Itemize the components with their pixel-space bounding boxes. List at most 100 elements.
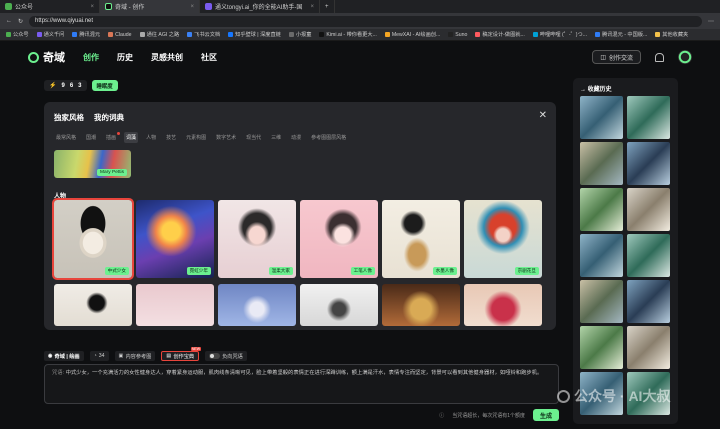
reference-image-button[interactable]: ▣ 内容参考图	[114, 351, 156, 361]
browser-tab-1[interactable]: 公众号 ×	[0, 0, 100, 13]
back-icon[interactable]: ←	[6, 18, 12, 24]
style-label: 中式少女	[104, 267, 129, 275]
category-tab[interactable]: 技艺	[164, 132, 178, 143]
qiyu-icon	[105, 3, 112, 10]
clock-icon: ◔	[93, 353, 97, 359]
tab-my-dictionary[interactable]: 我的词典	[94, 112, 124, 123]
category-tab[interactable]: 现当代	[244, 132, 263, 143]
browser-tabbar: 公众号 × 奇域 - 创作 × 通义tongyi.ai_你的全能AI助手-国 × +	[0, 0, 720, 13]
close-icon[interactable]: ×	[310, 4, 314, 10]
history-title[interactable]: → 收藏历史	[580, 84, 612, 93]
history-thumbnail[interactable]	[627, 142, 670, 185]
generate-row: ⓘ 当咒语超长，每次咒语有1个额度 生成	[44, 408, 559, 422]
history-thumbnail[interactable]	[627, 280, 670, 323]
browser-tab-2[interactable]: 奇域 - 创作 ×	[100, 0, 200, 13]
bookmark-item[interactable]: 通义千问	[36, 31, 64, 38]
category-tab[interactable]: 动漫	[289, 132, 303, 143]
style-card[interactable]	[218, 284, 296, 326]
bookmark-item[interactable]: 通往 AGI 之路	[139, 31, 179, 38]
category-tab[interactable]: 数字艺术	[214, 132, 238, 143]
bookmark-item[interactable]: 稿定设计-做图就...	[475, 31, 525, 38]
style-card[interactable]	[136, 284, 214, 326]
bookmark-item[interactable]: 腾讯混元	[72, 31, 100, 38]
style-card[interactable]: 温柔大家	[218, 200, 296, 278]
bookmark-item[interactable]: 其他收藏夹	[655, 31, 688, 38]
history-thumbnail[interactable]	[580, 326, 623, 369]
prompt-input[interactable]: 咒语: 中式少女，一个充满活力的女性健身达人，穿着紧身运动服，肌肉线条清晰可见，…	[44, 364, 559, 404]
history-thumbnail[interactable]	[627, 188, 670, 231]
history-panel: → 收藏历史	[573, 78, 678, 424]
history-thumbnail[interactable]	[580, 142, 623, 185]
history-thumbnail[interactable]	[580, 188, 623, 231]
address-bar: ← ↻ https://www.qiyuai.net ⋯	[0, 13, 720, 29]
tab-exclusive-style[interactable]: 独家风格	[54, 112, 84, 123]
style-card[interactable]: 京剧花旦	[464, 200, 542, 278]
model-selector[interactable]: ◉ 奇域 | 绘画	[44, 351, 84, 361]
bookmark-item[interactable]: 腾讯混元 - 中国版...	[595, 31, 647, 38]
bookmark-icon	[448, 32, 454, 37]
chat-icon: ◫	[600, 54, 606, 61]
recent-style-card[interactable]: Mary Pettis	[54, 150, 131, 178]
generate-button[interactable]: 生成	[533, 409, 559, 421]
close-icon[interactable]: ✕	[539, 110, 547, 121]
bookmark-item[interactable]: 飞书云文档	[187, 31, 220, 38]
bookmark-item[interactable]: Kimi.ai - 带你看更大...	[319, 31, 377, 38]
sleep-badge[interactable]: 睡眠度	[91, 80, 118, 91]
nav-history[interactable]: 历史	[117, 52, 133, 63]
category-tab[interactable]: 人物	[144, 132, 158, 143]
book-icon: ▤	[166, 353, 172, 359]
bell-icon[interactable]	[655, 52, 664, 62]
bookmark-item[interactable]: Suno	[448, 32, 467, 38]
category-tab[interactable]: 参考图图层风格	[309, 132, 348, 143]
credit-counter: ⚡ 9 6 3	[44, 80, 87, 91]
negative-prompt-toggle[interactable]: 负向咒语	[205, 351, 247, 361]
bookmark-item[interactable]: Claude	[108, 32, 132, 38]
logo[interactable]: 奇域	[28, 49, 65, 65]
category-tab[interactable]: 国潮	[84, 132, 98, 143]
bookmark-icon	[288, 32, 294, 37]
bookmark-item[interactable]: 哔哩哔哩 (゜-゜)つ...	[532, 31, 587, 38]
history-thumbnail[interactable]	[580, 234, 623, 277]
avatar[interactable]	[678, 50, 692, 64]
style-card[interactable]: 水墨人像	[382, 200, 460, 278]
bookmark-item[interactable]: 知乎壁球 | 深度直链	[228, 31, 281, 38]
category-tab[interactable]: 最常风格	[54, 132, 78, 143]
style-card[interactable]	[300, 284, 378, 326]
count-selector[interactable]: ◔ 34	[89, 351, 109, 361]
history-thumbnail[interactable]	[627, 326, 670, 369]
nav-create[interactable]: 创作	[83, 52, 99, 63]
category-tab[interactable]: 元素构图	[184, 132, 208, 143]
nav-inspiration[interactable]: 灵感共创	[151, 52, 183, 63]
category-tab[interactable]: 插画	[104, 132, 121, 143]
category-tab[interactable]: 三维	[269, 132, 283, 143]
browser-tab-3[interactable]: 通义tongyi.ai_你的全能AI助手-国 ×	[200, 0, 320, 13]
refresh-icon[interactable]: ↻	[18, 18, 23, 25]
style-card[interactable]: 工笔人像	[300, 200, 378, 278]
style-card[interactable]: 霓虹少年	[136, 200, 214, 278]
new-tab-button[interactable]: +	[320, 0, 335, 13]
creative-treasure-button[interactable]: ▤ 创作宝典	[161, 347, 201, 361]
nav-community[interactable]: 社区	[201, 52, 217, 63]
creation-exchange-button[interactable]: ◫ 创作交流	[592, 50, 641, 64]
bookmark-item[interactable]: 小报童	[288, 31, 311, 38]
close-icon[interactable]: ×	[190, 4, 194, 10]
style-card[interactable]	[54, 284, 132, 326]
style-card[interactable]	[464, 284, 542, 326]
bookmark-icon	[36, 32, 42, 37]
bookmark-icon	[384, 32, 390, 37]
history-thumbnail[interactable]	[627, 234, 670, 277]
close-icon[interactable]: ×	[90, 4, 94, 10]
bookmark-item[interactable]: MewXAI - AI绘画创...	[384, 31, 440, 38]
category-tab-active[interactable]: 词藻	[124, 132, 139, 143]
style-card[interactable]	[382, 284, 460, 326]
url-field[interactable]: https://www.qiyuai.net	[29, 15, 702, 27]
style-label: 霓虹少年	[186, 267, 211, 275]
bookmark-item[interactable]: 公众号	[6, 31, 29, 38]
toggle-switch[interactable]	[209, 353, 221, 359]
history-thumbnail[interactable]	[580, 96, 623, 139]
style-card-selected[interactable]: 中式少女	[52, 198, 134, 280]
history-thumbnail[interactable]	[627, 96, 670, 139]
history-thumbnail[interactable]	[580, 280, 623, 323]
wechat-icon	[557, 389, 570, 403]
extensions-icon[interactable]: ⋯	[708, 18, 714, 25]
